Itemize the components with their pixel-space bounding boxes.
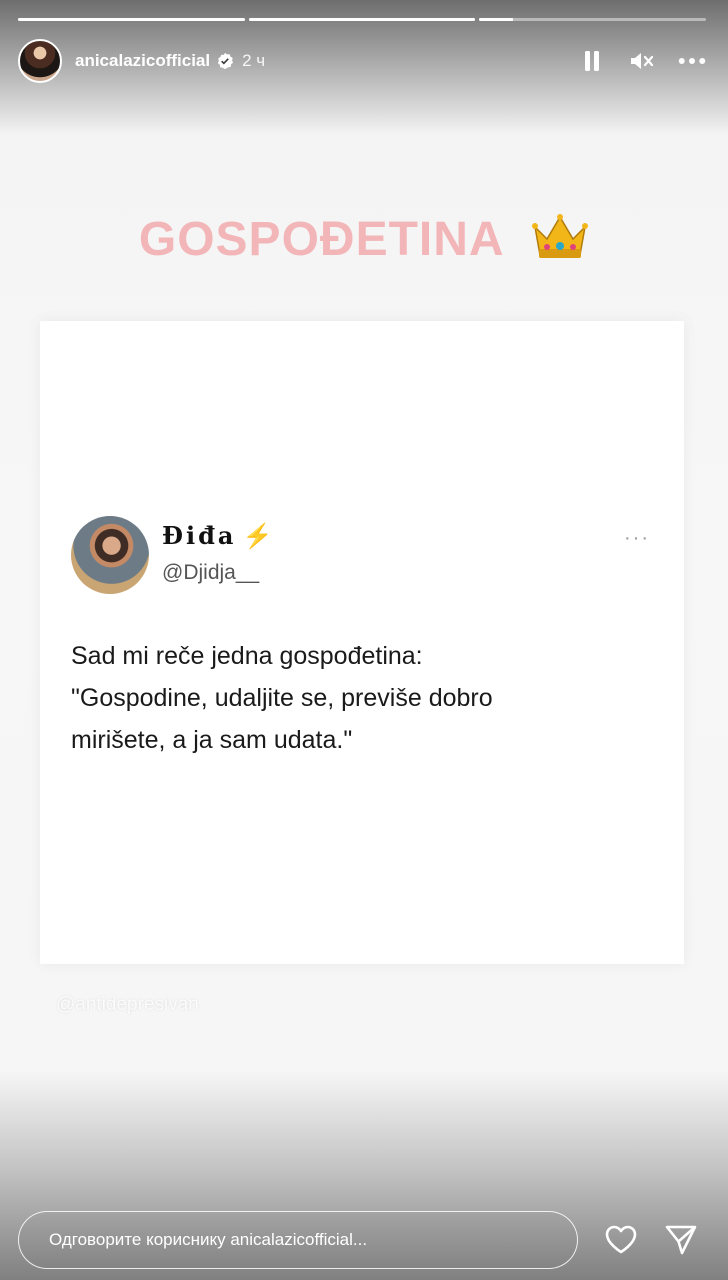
heart-icon[interactable]: [604, 1224, 638, 1254]
story-progress: [18, 18, 707, 21]
tweet-avatar: [71, 516, 149, 594]
progress-segment: [248, 18, 476, 21]
muted-speaker-icon: [631, 53, 654, 69]
display-name-text: Điđa: [162, 521, 237, 550]
crown-icon: [532, 214, 589, 258]
mention-sticker[interactable]: @antidepresivan: [56, 994, 199, 1016]
send-icon[interactable]: [664, 1224, 698, 1256]
more-dots-icon: [678, 58, 706, 64]
mute-button[interactable]: [628, 47, 656, 75]
headline-text: GOSPOĐETINA: [138, 213, 503, 266]
tweet-line: Sad mi reče jedna gospođetina:: [71, 642, 423, 670]
reply-input[interactable]: Одговорите кориснику anicalazicofficial.…: [18, 1211, 578, 1269]
avatar[interactable]: [18, 39, 62, 83]
tweet-display-name: Điđa ⚡: [162, 521, 272, 550]
progress-segment: [479, 18, 707, 21]
progress-segment: [18, 18, 245, 21]
more-options-button[interactable]: [678, 47, 706, 75]
lightning-icon: ⚡: [242, 521, 273, 550]
tweet-more-icon: ···: [624, 527, 650, 549]
username[interactable]: anicalazicofficial: [75, 51, 210, 71]
tweet-handle: @Djidja__: [162, 561, 260, 584]
tweet-line: "Gospodine, udaljite se, previše dobro: [71, 684, 493, 712]
tweet-text: Sad mi reče jedna gospođetina: "Gospodin…: [71, 635, 651, 761]
verified-badge-icon: [218, 52, 234, 70]
pause-icon: [585, 51, 599, 71]
story-headline: GOSPOĐETINA: [0, 212, 728, 267]
tweet-line: mirišete, a ja sam udata.": [71, 726, 353, 754]
tweet-card: Điđa ⚡ @Djidja__ ··· Sad mi reče jedna go…: [40, 321, 684, 964]
story-header: anicalazicofficial 2 ч: [18, 38, 706, 84]
timestamp: 2 ч: [242, 51, 266, 70]
pause-button[interactable]: [578, 47, 606, 75]
reply-bar: Одговорите кориснику anicalazicofficial.…: [18, 1210, 710, 1270]
